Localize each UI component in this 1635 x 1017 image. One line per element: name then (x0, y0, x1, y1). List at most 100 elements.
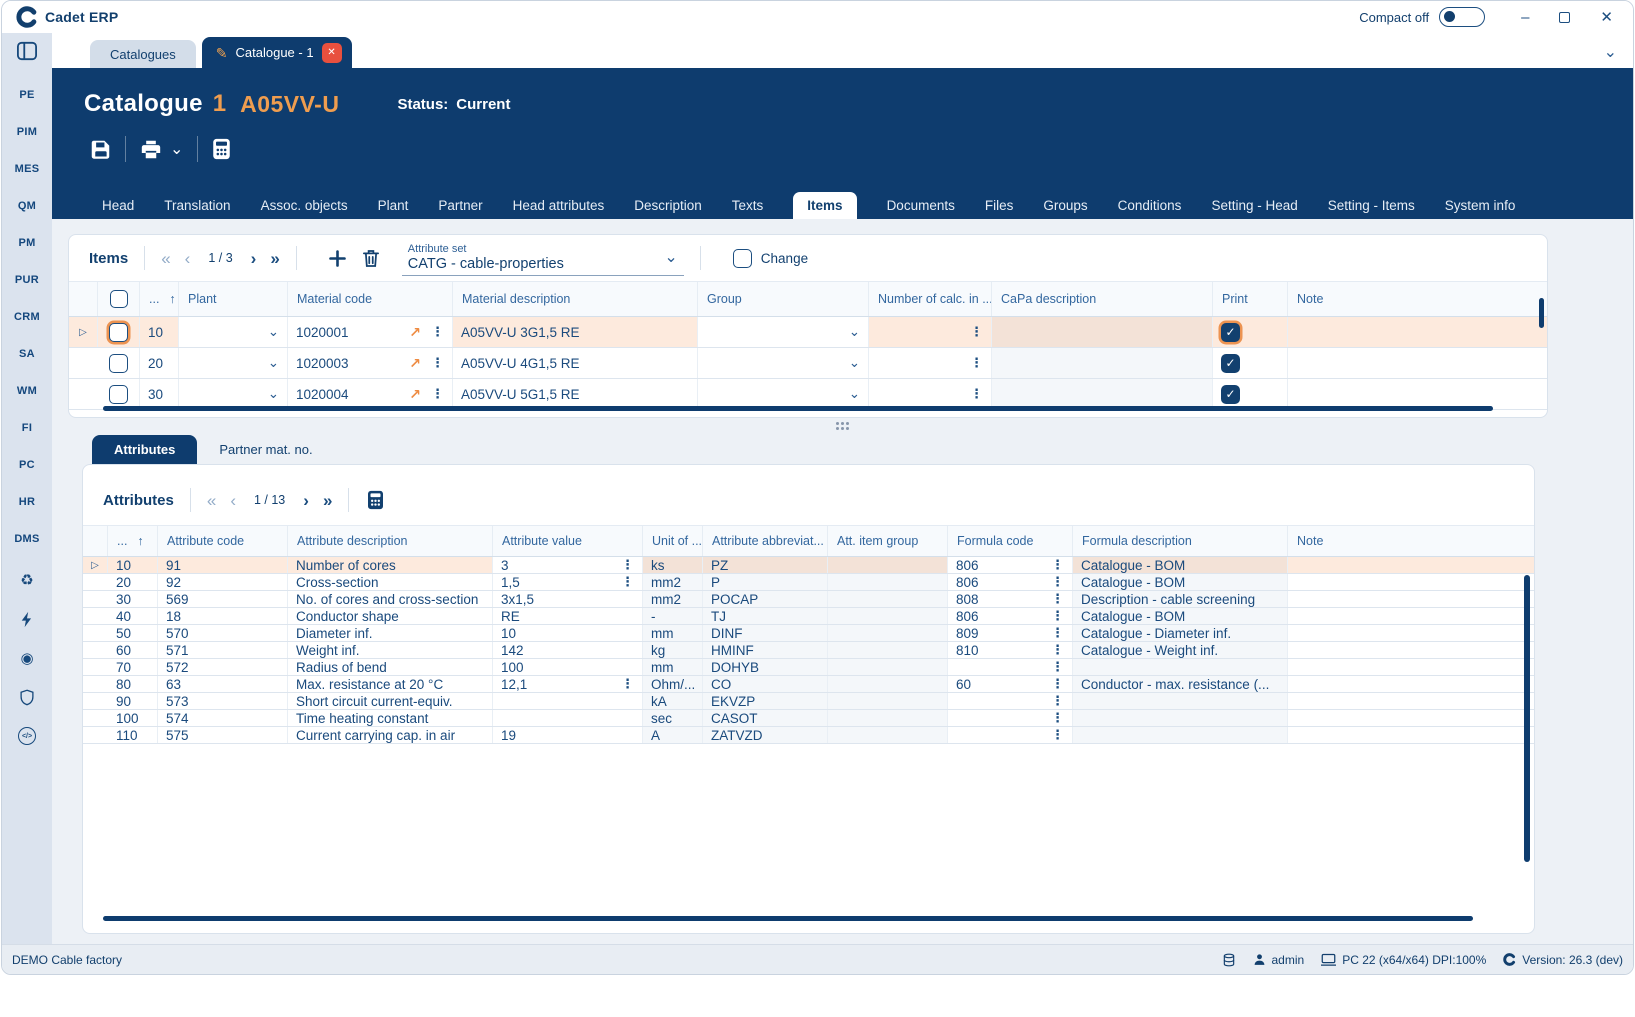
attribute-value-cell[interactable]: ⋮ (493, 693, 643, 709)
workflow-icon[interactable]: ♻ (18, 571, 36, 589)
attr-note-cell[interactable] (1288, 676, 1534, 692)
formula-code-cell[interactable]: ⋮ (948, 727, 1073, 743)
col-attribute-code[interactable]: Attribute code (158, 526, 288, 556)
attr-last-page-button[interactable]: » (323, 492, 332, 509)
attributes-table-row[interactable]: ▷ 60 571 Weight inf. 142⋮ kg HMINF 810⋮ (83, 642, 1534, 659)
col-group[interactable]: Group (698, 282, 869, 316)
attr-number-cell[interactable]: 10 (108, 557, 158, 573)
attribute-description-cell[interactable]: Radius of bend (288, 659, 493, 675)
attr-row-expander-icon[interactable]: ▷ (83, 557, 108, 573)
shield-icon[interactable] (18, 688, 36, 706)
attributes-table-row[interactable]: ▷ 100 574 Time heating constant ⋮ sec CA… (83, 710, 1534, 727)
attribute-value-cell[interactable]: 100⋮ (493, 659, 643, 675)
attr-sort-asc-icon[interactable]: ↑ (137, 534, 143, 548)
tab-attributes[interactable]: Attributes (92, 435, 198, 464)
material-description-cell[interactable]: A05VV-U 5G1,5 RE (453, 379, 698, 409)
bolt-icon[interactable] (18, 610, 36, 628)
version-status[interactable]: Version: 26.3 (dev) (1503, 953, 1623, 967)
attribute-value-cell[interactable]: 142⋮ (493, 642, 643, 658)
attributes-horizontal-scrollbar[interactable] (103, 916, 1473, 921)
column-menu-icon[interactable]: ... (149, 292, 159, 306)
sidebar-module-item[interactable]: PM (18, 237, 35, 249)
change-checkbox-wrap[interactable]: Change (732, 248, 808, 268)
sidebar-module-item[interactable]: HR (19, 496, 36, 508)
items-horizontal-scrollbar[interactable] (103, 406, 1493, 411)
col-formula-code[interactable]: Formula code (948, 526, 1073, 556)
calculate-button[interactable] (212, 138, 231, 160)
attribute-code-cell[interactable]: 92 (158, 574, 288, 590)
section-tab[interactable]: Head (102, 192, 134, 219)
minimize-button[interactable]: – (1521, 10, 1529, 25)
formula-code-cell[interactable]: ⋮ (948, 710, 1073, 726)
formula-code-cell[interactable]: 809 ⋮ (948, 625, 1073, 641)
group-dropdown-icon[interactable]: ⌄ (849, 355, 860, 371)
sidebar-module-item[interactable]: CRM (14, 311, 40, 323)
col-plant[interactable]: Plant (179, 282, 288, 316)
attributes-table-row[interactable]: ▷ 10 91 Number of cores 3⋮ ks PZ 806⋮ (83, 557, 1534, 574)
row-checkbox[interactable] (109, 322, 128, 342)
code-icon[interactable]: </> (18, 727, 36, 745)
delete-item-button[interactable] (362, 249, 380, 268)
formula-code-menu-icon[interactable]: ⋮ (1051, 591, 1064, 607)
attr-note-cell[interactable] (1288, 608, 1534, 624)
attr-note-cell[interactable] (1288, 642, 1534, 658)
attribute-value-cell[interactable]: 3 ⋮ (493, 557, 643, 573)
col-print[interactable]: Print (1213, 282, 1288, 316)
row-checkbox[interactable] (109, 384, 128, 404)
first-page-button[interactable]: « (161, 250, 170, 267)
formula-code-cell[interactable]: ⋮ (948, 693, 1073, 709)
attributes-table-row[interactable]: ▷ 110 575 Current carrying cap. in air 1… (83, 727, 1534, 744)
attr-calculate-button[interactable] (367, 490, 384, 510)
attribute-code-cell[interactable]: 570 (158, 625, 288, 641)
sidebar-module-item[interactable]: SA (19, 348, 35, 360)
attributes-table-row[interactable]: ▷ 30 569 No. of cores and cross-section … (83, 591, 1534, 608)
items-table-row[interactable]: ▷ 10 ⌄ 1020001↗⋮ A05VV-U 3G1,5 RE ⌄ ⋮ (69, 317, 1547, 348)
tab-partner-mat-no[interactable]: Partner mat. no. (199, 435, 332, 464)
attr-note-cell[interactable] (1288, 591, 1534, 607)
close-window-button[interactable]: ✕ (1600, 10, 1613, 25)
section-tab[interactable]: Head attributes (513, 192, 605, 219)
attribute-value-cell[interactable]: 1,5 ⋮ (493, 574, 643, 590)
close-tab-button[interactable]: ✕ (321, 42, 342, 63)
col-att-item-group[interactable]: Att. item group (828, 526, 948, 556)
attribute-description-cell[interactable]: Number of cores (288, 557, 493, 573)
formula-code-menu-icon[interactable]: ⋮ (1051, 710, 1064, 726)
attribute-value-cell[interactable]: 3x1,5⋮ (493, 591, 643, 607)
sidebar-module-item[interactable]: PE (19, 89, 34, 101)
attr-number-cell[interactable]: 90 (108, 693, 158, 709)
num-calc-menu-icon[interactable]: ⋮ (970, 324, 983, 340)
attribute-description-cell[interactable]: Weight inf. (288, 642, 493, 658)
formula-code-menu-icon[interactable]: ⋮ (1051, 727, 1064, 743)
section-tab[interactable]: Setting - Head (1211, 192, 1297, 219)
attr-number-cell[interactable]: 110 (108, 727, 158, 743)
attr-note-cell[interactable] (1288, 710, 1534, 726)
attribute-value-menu-icon[interactable]: ⋮ (621, 676, 634, 692)
tab-list-chevron-icon[interactable]: ⌄ (1604, 42, 1617, 62)
col-attribute-value[interactable]: Attribute value (493, 526, 643, 556)
col-capa-description[interactable]: CaPa description (992, 282, 1213, 316)
note-cell[interactable] (1288, 317, 1547, 347)
attr-number-cell[interactable]: 30 (108, 591, 158, 607)
section-tab[interactable]: Description (634, 192, 702, 219)
attribute-value-cell[interactable]: 12,1 ⋮ (493, 676, 643, 692)
col-attr-note[interactable]: Note (1288, 526, 1534, 556)
formula-code-cell[interactable]: 806 ⋮ (948, 608, 1073, 624)
attr-note-cell[interactable] (1288, 693, 1534, 709)
attribute-code-cell[interactable]: 574 (158, 710, 288, 726)
col-attribute-abbrev[interactable]: Attribute abbreviat... (703, 526, 828, 556)
machine-status[interactable]: PC 22 (x64/x64) DPI:100% (1321, 953, 1486, 967)
material-code-cell[interactable]: 1020001 ↗ ⋮ (288, 317, 453, 347)
note-cell[interactable] (1288, 348, 1547, 378)
attribute-code-cell[interactable]: 572 (158, 659, 288, 675)
attribute-description-cell[interactable]: Time heating constant (288, 710, 493, 726)
section-tab[interactable]: Partner (438, 192, 482, 219)
print-options-chevron-icon[interactable]: ⌄ (170, 139, 183, 159)
panel-splitter[interactable] (52, 418, 1633, 434)
row-checkbox[interactable] (109, 353, 128, 373)
attribute-code-cell[interactable]: 91 (158, 557, 288, 573)
attr-number-cell[interactable]: 80 (108, 676, 158, 692)
maximize-button[interactable] (1559, 11, 1571, 23)
sidebar-module-item[interactable]: PC (19, 459, 35, 471)
items-table-row[interactable]: ▷ 20 ⌄ 1020003↗⋮ A05VV-U 4G1,5 RE ⌄ ⋮ (69, 348, 1547, 379)
open-material-icon[interactable]: ↗ (409, 386, 421, 403)
